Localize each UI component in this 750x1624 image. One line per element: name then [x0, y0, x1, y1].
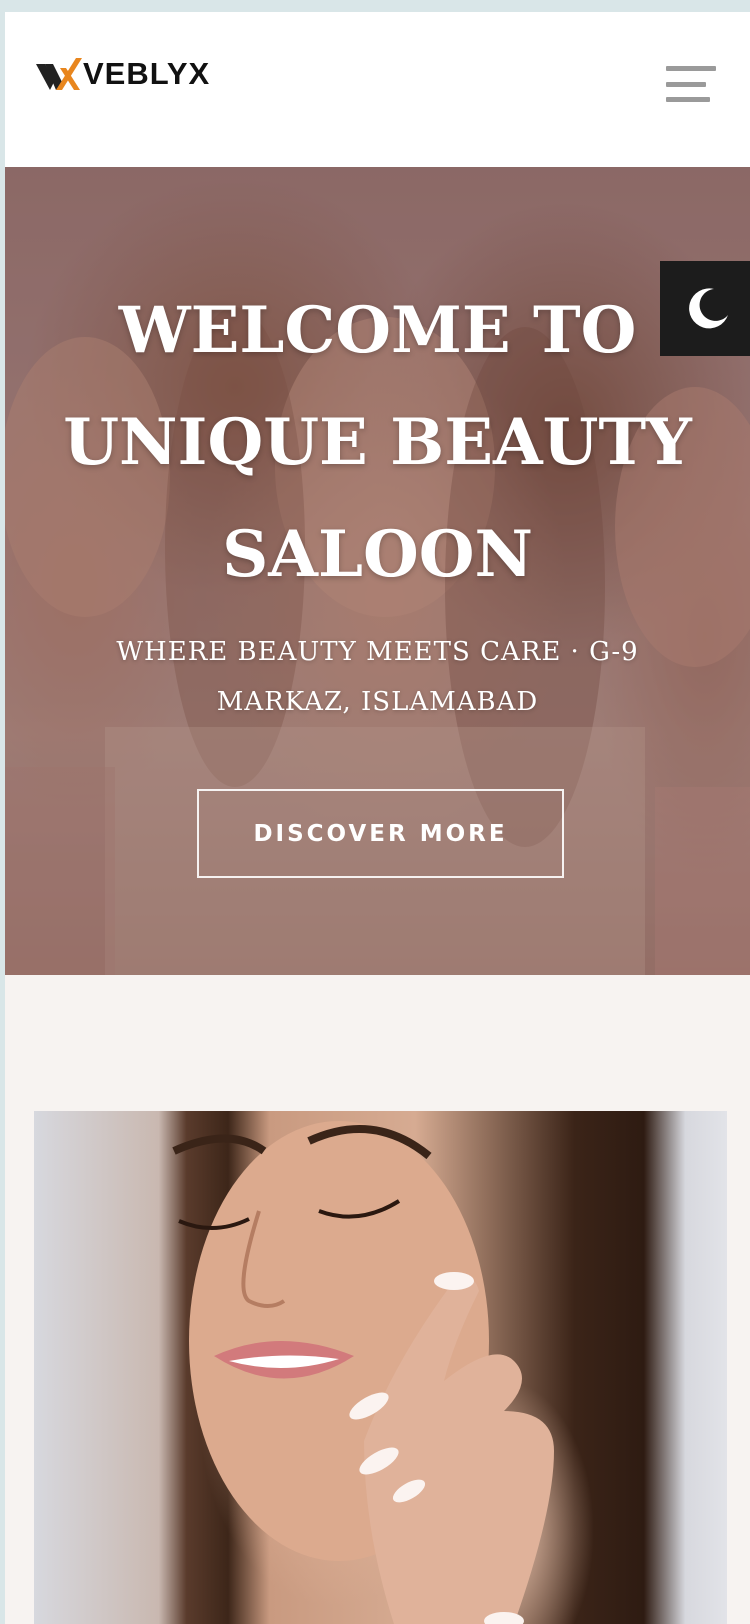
hero-title-line: SALOON: [222, 517, 533, 592]
hero-title-line: UNIQUE BEAUTY: [63, 405, 692, 480]
hero-section: WELCOME TO UNIQUE BEAUTY SALOON WHERE BE…: [5, 167, 750, 975]
menu-bar: [666, 81, 706, 87]
feature-photo: [172, 1121, 554, 1624]
menu-bar: [666, 97, 710, 102]
moon-icon: [688, 287, 728, 328]
dark-mode-toggle[interactable]: [660, 261, 750, 356]
hero-subtitle: WHERE BEAUTY MEETS CARE · G-9 MARKAZ, IS…: [65, 627, 690, 727]
site-header: VEBLYX: [5, 12, 750, 167]
logo-link[interactable]: VEBLYX: [36, 56, 210, 92]
hero-title: WELCOME TO UNIQUE BEAUTY SALOON: [5, 275, 750, 611]
hero-subtitle-line: MARKAZ, ISLAMABAD: [216, 687, 539, 717]
hero-title-line: WELCOME TO: [118, 293, 637, 368]
menu-bar: [666, 66, 716, 71]
page: VEBLYX WELCOME TO UNIQUE BEAUTY SALOON W…: [5, 12, 750, 1624]
logo-text: VEBLYX: [83, 56, 211, 91]
feature-image: [34, 1111, 727, 1624]
hamburger-menu-icon[interactable]: [666, 64, 718, 104]
hero-subtitle-line: WHERE BEAUTY MEETS CARE · G-9: [116, 637, 639, 667]
logo-mark-icon: [36, 58, 82, 90]
discover-more-button[interactable]: DISCOVER MORE: [197, 789, 564, 878]
